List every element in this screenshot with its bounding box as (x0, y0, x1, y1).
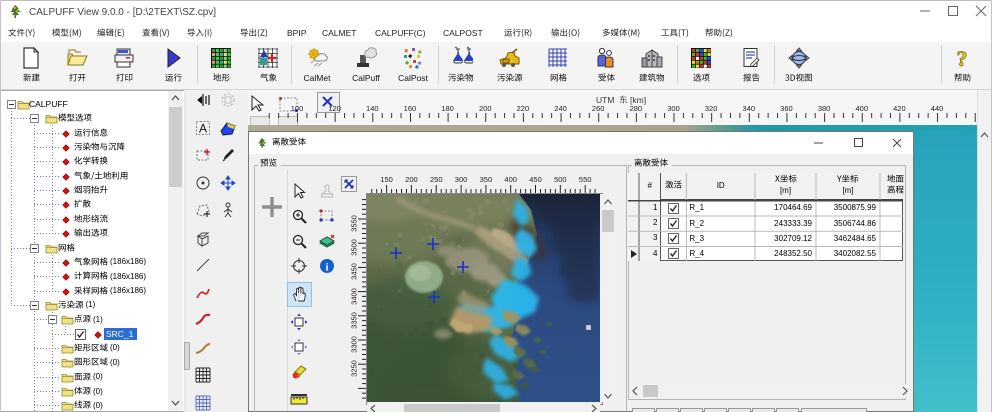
svg-text:A: A (199, 121, 207, 135)
svg-text:?: ? (957, 46, 968, 70)
svg-text:i: i (325, 262, 328, 274)
